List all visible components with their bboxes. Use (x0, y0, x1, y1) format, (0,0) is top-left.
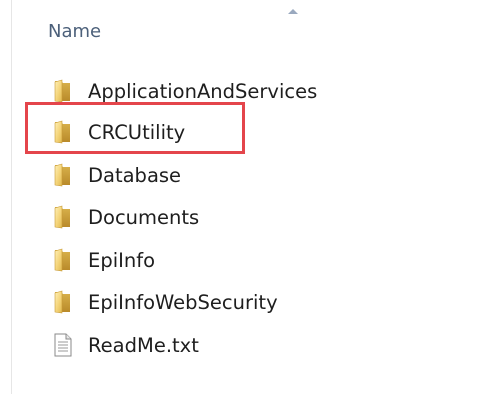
folder-icon (54, 163, 70, 187)
folder-icon (54, 290, 70, 314)
list-item-database[interactable]: Database (50, 160, 181, 190)
list-item-documents[interactable]: Documents (50, 202, 199, 232)
folder-icon (54, 120, 70, 144)
list-item-epiinfo[interactable]: EpiInfo (50, 245, 155, 275)
name-column-header[interactable]: Name (48, 21, 101, 42)
list-item-epiinfowebsecurity[interactable]: EpiInfoWebSecurity (50, 287, 278, 317)
list-item-label: ApplicationAndServices (88, 79, 318, 103)
list-item-crcutility[interactable]: CRCUtility (50, 117, 185, 147)
list-item-label: Documents (88, 205, 200, 229)
list-item-label: CRCUtility (88, 120, 186, 144)
sort-ascending-icon[interactable] (288, 9, 298, 14)
list-item-readme-txt[interactable]: ReadMe.txt (50, 330, 199, 360)
folder-icon (54, 79, 70, 103)
list-item-label: ReadMe.txt (88, 333, 199, 357)
folder-icon (54, 205, 70, 229)
list-item-applicationandservices[interactable]: ApplicationAndServices (50, 76, 317, 106)
list-item-label: EpiInfo (88, 248, 156, 272)
file-list-pane: Name ApplicationAndServices CRCUtility D… (0, 0, 489, 394)
pane-left-border (11, 0, 12, 394)
text-file-icon (54, 333, 72, 357)
folder-icon (54, 248, 70, 272)
list-item-label: EpiInfoWebSecurity (88, 290, 278, 314)
list-item-label: Database (88, 163, 182, 187)
